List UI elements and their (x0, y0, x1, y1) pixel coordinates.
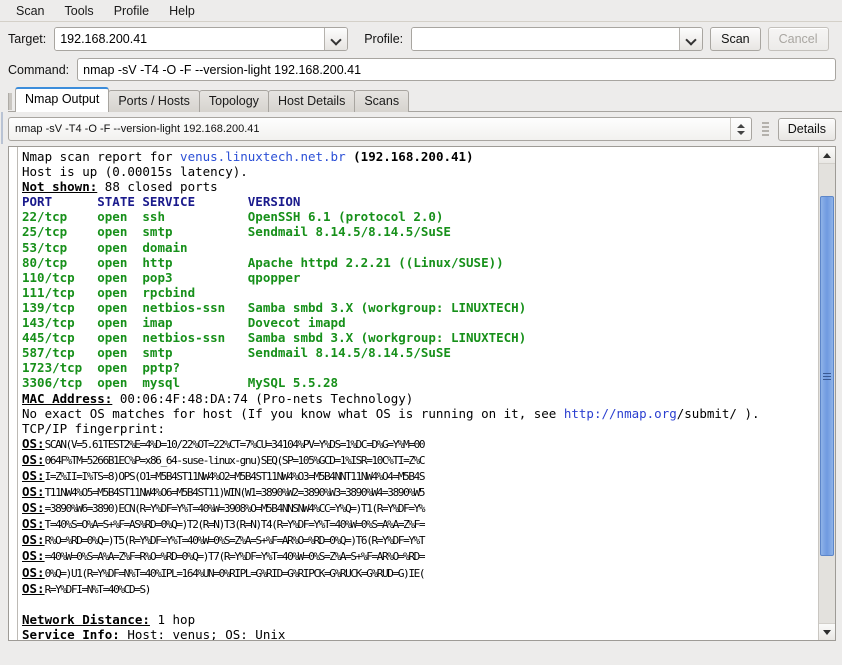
output-text: Nmap scan report for venus.linuxtech.net… (22, 149, 818, 640)
os-fingerprint-value: =40%W=0%S=A%A=Z%F=R%O=%RD=0%Q=)T7(R=Y%DF… (44, 550, 426, 564)
cancel-button: Cancel (767, 27, 829, 51)
os-fingerprint-line: OS:0%Q=)U1(R=Y%DF=N%T=40%IPL=164%UN=0%RI… (22, 565, 818, 581)
target-label: Target: (8, 32, 47, 46)
os-fingerprint-label: OS: (22, 500, 45, 516)
os-fingerprint-value: I=Z%II=I%TS=8)OPS(O1=M5B4ST11NW4%O2=M5B4… (44, 469, 426, 483)
os-fingerprint-line: OS:R=Y%DFI=N%T=40%CD=S) (22, 581, 818, 597)
os-fingerprint-value: T11NW4%O5=M5B4ST11NW4%O6=M5B4ST11)WIN(W1… (44, 486, 426, 500)
os-fingerprint-line: OS:T=40%S=O%A=S+%F=AS%RD=0%Q=)T2(R=N)T3(… (22, 516, 818, 532)
os-fingerprint-line: OS:064F%TM=5266B1EC%P=x86_64-suse-linux-… (22, 452, 818, 468)
os-fingerprint-line: OS:SCAN(V=5.61TEST2%E=4%D=10/22%OT=22%CT… (22, 436, 818, 452)
os-fingerprint-label: OS: (22, 532, 45, 548)
menu-tools[interactable]: Tools (55, 2, 104, 20)
os-fingerprint-line: OS:=40%W=0%S=A%A=Z%F=R%O=%RD=0%Q=)T7(R=Y… (22, 548, 818, 564)
tab-ports-hosts[interactable]: Ports / Hosts (108, 90, 200, 112)
chevron-down-icon (687, 35, 696, 44)
tab-host-details[interactable]: Host Details (267, 90, 356, 112)
scroll-down-button[interactable] (819, 623, 835, 640)
scroll-up-button[interactable] (819, 147, 835, 164)
scan-toolbar: Target: 192.168.200.41 Profile: Scan Can… (0, 22, 842, 55)
output-gutter (9, 147, 18, 640)
os-fingerprint-label: OS: (22, 548, 45, 564)
tabbar-grip (8, 93, 12, 110)
scroll-thumb[interactable] (820, 196, 834, 557)
os-fingerprint-label: OS: (22, 467, 45, 483)
os-fingerprint-value: 0%Q=)U1(R=Y%DF=N%T=40%IPL=164%UN=0%RIPL=… (44, 566, 426, 580)
caret-up-icon (823, 152, 831, 158)
os-fingerprint-line: OS:R%O=%RD=0%Q=)T5(R=Y%DF=Y%T=40%W=0%S=Z… (22, 532, 818, 548)
os-fingerprint-value: SCAN(V=5.61TEST2%E=4%D=10/22%OT=22%CT=7%… (44, 437, 426, 451)
os-fingerprint-value: T=40%S=O%A=S+%F=AS%RD=0%Q=)T2(R=N)T3(R=N… (44, 518, 426, 532)
command-label: Command: (8, 62, 70, 77)
nmap-output-panel: nmap -sV -T4 -O -F --version-light 192.1… (0, 112, 842, 141)
output-command-row: nmap -sV -T4 -O -F --version-light 192.1… (8, 117, 836, 141)
os-fingerprint-label: OS: (22, 564, 45, 580)
target-combobox[interactable]: 192.168.200.41 (54, 27, 349, 51)
drag-handle-icon[interactable] (758, 120, 774, 138)
window-left-rail (0, 100, 4, 650)
tab-nmap-output[interactable]: Nmap Output (15, 87, 110, 112)
profile-label: Profile: (364, 32, 404, 46)
details-button[interactable]: Details (777, 117, 836, 141)
target-dropdown-arrow[interactable] (324, 28, 348, 50)
os-fingerprint-value: R%O=%RD=0%Q=)T5(R=Y%DF=Y%T=40%W=0%S=Z%A=… (44, 534, 426, 548)
os-fingerprint-value: 064F%TM=5266B1EC%P=x86_64-suse-linux-gnu… (44, 453, 426, 467)
nmap-output-textview[interactable]: Nmap scan report for venus.linuxtech.net… (8, 146, 836, 641)
target-input[interactable]: 192.168.200.41 (55, 28, 325, 50)
chevron-down-icon (332, 35, 341, 44)
os-fingerprint-line: OS:T11NW4%O5=M5B4ST11NW4%O6=M5B4ST11)WIN… (22, 484, 818, 500)
status-strip (0, 647, 842, 665)
tab-topology[interactable]: Topology (198, 90, 269, 112)
command-input[interactable]: nmap -sV -T4 -O -F --version-light 192.1… (77, 58, 836, 81)
tab-bar: Nmap Output Ports / Hosts Topology Host … (0, 87, 842, 112)
profile-input[interactable] (412, 28, 680, 50)
os-fingerprint-value: =3890%W6=3890)ECN(R=Y%DF=Y%T=40%W=3908%O… (44, 502, 426, 516)
tab-scans[interactable]: Scans (354, 90, 410, 112)
os-fingerprint-line: OS:I=Z%II=I%TS=8)OPS(O1=M5B4ST11NW4%O2=M… (22, 468, 818, 484)
output-text-content[interactable]: Nmap scan report for venus.linuxtech.net… (18, 147, 818, 640)
menu-scan[interactable]: Scan (6, 2, 55, 20)
profile-dropdown-arrow[interactable] (679, 28, 703, 50)
os-fingerprint-label: OS: (22, 516, 45, 532)
chevron-down-icon (736, 130, 745, 135)
os-fingerprint-label: OS: (22, 435, 45, 451)
os-fingerprint-label: OS: (22, 580, 45, 596)
output-summary: Network Distance: 1 hop Service Info: Ho… (22, 611, 286, 640)
scroll-thumb-grip-icon (823, 372, 831, 380)
os-fingerprint-line: OS:=3890%W6=3890)ECN(R=Y%DF=Y%T=40%W=390… (22, 500, 818, 516)
profile-combobox[interactable] (411, 27, 704, 51)
caret-down-icon (823, 629, 831, 635)
scan-button[interactable]: Scan (710, 27, 761, 51)
os-fingerprint-label: OS: (22, 484, 45, 500)
scan-command-value[interactable]: nmap -sV -T4 -O -F --version-light 192.1… (9, 118, 730, 140)
scan-command-spinner[interactable] (729, 118, 751, 140)
command-row: Command: nmap -sV -T4 -O -F --version-li… (0, 55, 842, 88)
os-fingerprint-value: R=Y%DFI=N%T=40%CD=S) (44, 582, 152, 596)
scan-command-selector[interactable]: nmap -sV -T4 -O -F --version-light 192.1… (8, 117, 752, 141)
scroll-track[interactable] (819, 164, 835, 623)
menu-profile[interactable]: Profile (104, 2, 159, 20)
output-vertical-scrollbar[interactable] (818, 147, 835, 640)
chevron-up-icon (736, 123, 745, 128)
menu-bar: Scan Tools Profile Help (0, 0, 842, 22)
menu-help[interactable]: Help (159, 2, 205, 20)
os-fingerprint-label: OS: (22, 451, 45, 467)
